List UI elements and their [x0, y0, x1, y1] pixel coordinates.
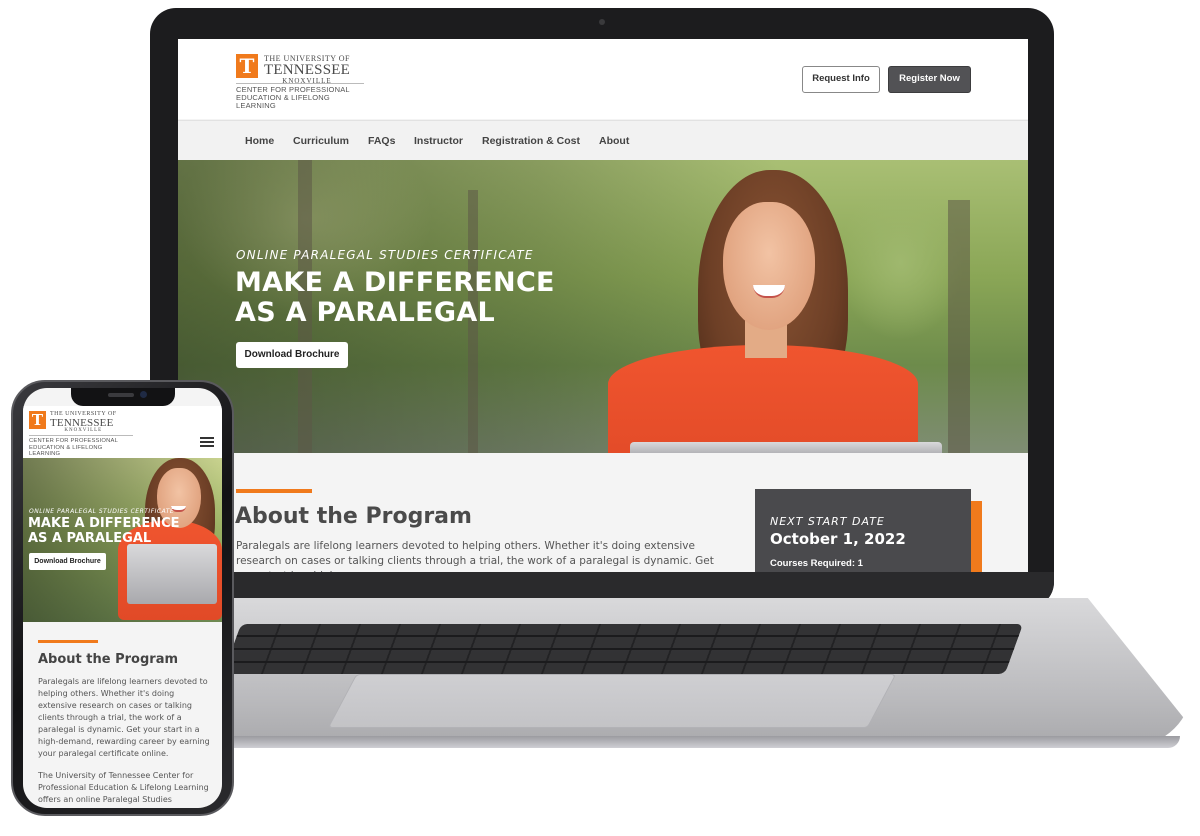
- university-logo[interactable]: T THE UNIVERSITY OF TENNESSEE KNOXVILLE: [236, 54, 350, 85]
- start-card-accent: [971, 501, 982, 572]
- main-nav: Home Curriculum FAQs Instructor Registra…: [178, 120, 1028, 160]
- logo-name: TENNESSEE: [50, 417, 114, 429]
- logo-name: TENNESSEE: [264, 62, 350, 78]
- courses-required: Courses Required: 1: [770, 558, 863, 569]
- nav-item-about[interactable]: About: [599, 121, 629, 161]
- mobile-center-name: CENTER FOR PROFESSIONAL EDUCATION & LIFE…: [29, 435, 133, 458]
- about-body: Paralegals are lifelong learners devoted…: [236, 540, 714, 572]
- start-date-label: Next Start Date: [770, 515, 885, 528]
- mobile-logo-wordmark: THE UNIVERSITY OF TENNESSEE KNOXVILLE: [50, 411, 117, 434]
- nav-item-home[interactable]: Home: [245, 121, 274, 161]
- mobile-download-brochure-button[interactable]: Download Brochure: [29, 553, 106, 570]
- background-tree: [948, 200, 970, 453]
- about-title: About the Program: [235, 504, 472, 529]
- laptop-base-edge: [180, 736, 1180, 748]
- nav-item-instructor[interactable]: Instructor: [414, 121, 463, 161]
- mobile-university-logo[interactable]: T THE UNIVERSITY OF TENNESSEE KNOXVILLE: [29, 411, 117, 434]
- power-t-icon: T: [236, 54, 258, 78]
- center-name: CENTER FOR PROFESSIONAL EDUCATION & LIFE…: [236, 83, 364, 110]
- phone-screen: T THE UNIVERSITY OF TENNESSEE KNOXVILLE …: [23, 388, 222, 808]
- hero-eyebrow: Online Paralegal Studies Certificate: [236, 248, 534, 262]
- nav-item-faqs[interactable]: FAQs: [368, 121, 395, 161]
- hamburger-menu-icon[interactable]: [200, 437, 214, 447]
- power-t-icon: T: [29, 411, 46, 429]
- mobile-hero-title: MAKE A DIFFERENCE AS A PARALEGAL: [28, 516, 180, 546]
- mobile-about-body: Paralegals are lifelong learners devoted…: [38, 676, 210, 806]
- site-header: T THE UNIVERSITY OF TENNESSEE KNOXVILLE …: [178, 39, 1028, 119]
- mobile-about-title: About the Program: [38, 652, 179, 667]
- nav-item-registration-cost[interactable]: Registration & Cost: [482, 121, 580, 161]
- nav-item-curriculum[interactable]: Curriculum: [293, 121, 349, 161]
- hero-banner: Online Paralegal Studies Certificate MAK…: [178, 160, 1028, 453]
- start-date-value: October 1, 2022: [770, 530, 906, 548]
- hero-title: MAKE A DIFFERENCE AS A PARALEGAL: [235, 267, 555, 328]
- mobile-about-paragraph-1: Paralegals are lifelong learners devoted…: [38, 677, 210, 758]
- logo-wordmark: THE UNIVERSITY OF TENNESSEE KNOXVILLE: [264, 54, 350, 85]
- center-line-1: CENTER FOR PROFESSIONAL: [29, 438, 118, 444]
- laptop-screen: T THE UNIVERSITY OF TENNESSEE KNOXVILLE …: [178, 39, 1028, 572]
- center-line-2: EDUCATION & LIFELONG LEARNING: [236, 93, 330, 110]
- laptop-keyboard: [222, 624, 1024, 674]
- center-line-2: EDUCATION & LIFELONG LEARNING: [29, 444, 103, 458]
- download-brochure-button[interactable]: Download Brochure: [236, 342, 348, 368]
- section-accent-rule: [236, 489, 312, 493]
- phone-notch: [71, 388, 175, 406]
- mobile-hero-eyebrow: Online Paralegal Studies Certificate: [29, 508, 175, 515]
- laptop-trackpad: [327, 674, 897, 728]
- mobile-about-paragraph-2: The University of Tennessee Center for P…: [38, 771, 209, 804]
- phone-camera: [140, 391, 147, 398]
- register-now-button[interactable]: Register Now: [888, 66, 971, 93]
- request-info-button[interactable]: Request Info: [802, 66, 880, 93]
- phone-speaker: [108, 393, 134, 397]
- mobile-section-accent-rule: [38, 640, 98, 643]
- mobile-header: T THE UNIVERSITY OF TENNESSEE KNOXVILLE …: [23, 406, 222, 458]
